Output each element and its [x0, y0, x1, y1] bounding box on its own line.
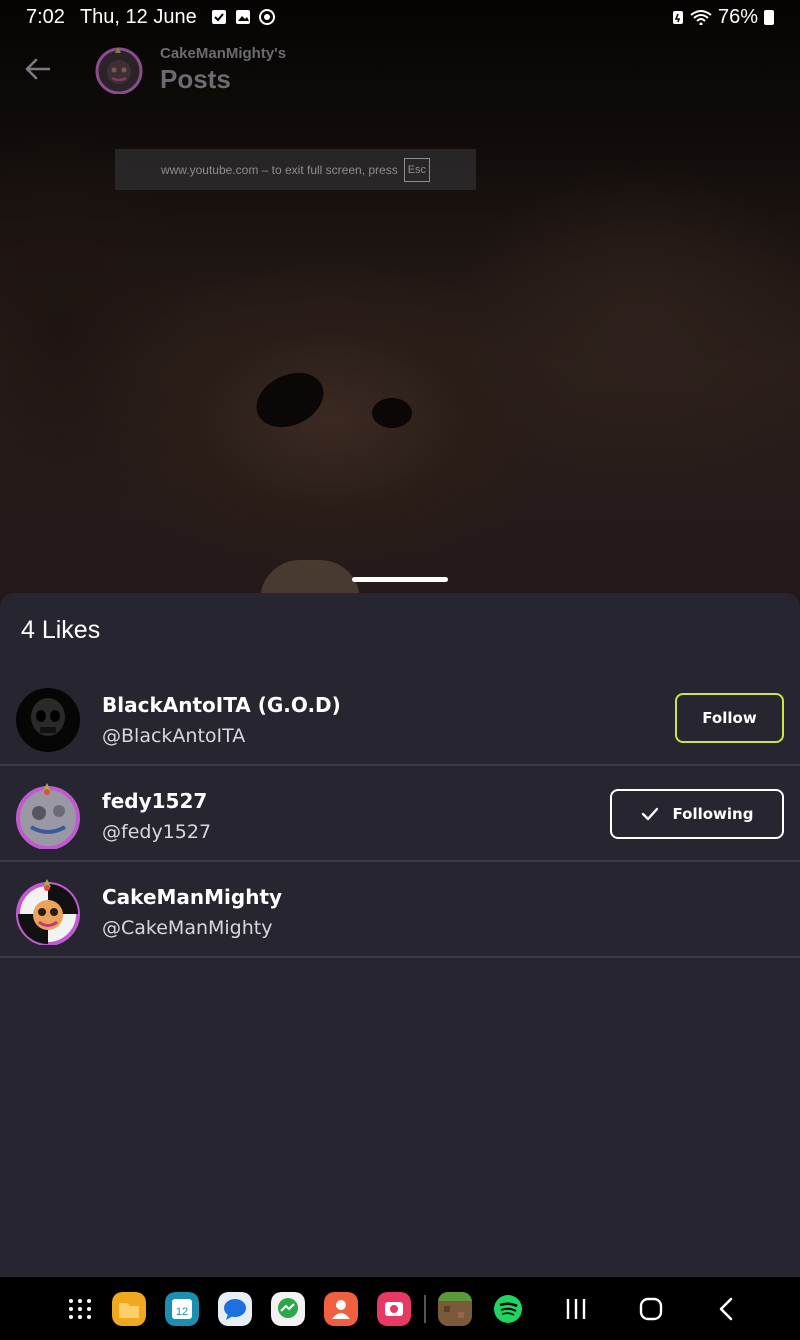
user-avatar[interactable] [15, 879, 81, 945]
svg-text:12: 12 [176, 1306, 188, 1318]
status-bar: 7:02 Thu, 12 June 76% [0, 0, 800, 34]
video-shadow [372, 398, 412, 428]
my-files-icon[interactable] [112, 1292, 146, 1326]
following-button[interactable]: Following [610, 789, 784, 839]
like-row[interactable]: BlackAntoITA (G.O.D) @BlackAntoITA Follo… [0, 669, 800, 766]
arrow-left-icon [25, 58, 50, 80]
minecraft-icon[interactable] [438, 1292, 472, 1326]
user-name: BlackAntoITA (G.O.D) [102, 693, 341, 717]
esc-key-badge: Esc [403, 157, 431, 182]
sheet-drag-handle[interactable] [352, 577, 448, 582]
recents-icon[interactable] [559, 1292, 593, 1326]
video-shadow [247, 362, 333, 438]
like-row[interactable]: fedy1527 @fedy1527 Following [0, 765, 800, 862]
wifi-icon [690, 10, 712, 25]
user-handle: @CakeManMighty [102, 917, 273, 939]
messenger-icon[interactable] [271, 1292, 305, 1326]
like-row[interactable]: CakeManMighty @CakeManMighty [0, 861, 800, 958]
user-avatar[interactable] [15, 783, 81, 849]
contacts-icon[interactable] [324, 1292, 358, 1326]
likes-sheet: 4 Likes BlackAntoITA (G.O.D) @BlackAntoI… [0, 593, 800, 1277]
navigation-bar: 12 [0, 1277, 800, 1340]
calendar-icon[interactable]: 12 [165, 1292, 199, 1326]
page-title: Posts [160, 64, 231, 94]
notification-icons [211, 9, 275, 25]
spotify-icon[interactable] [491, 1292, 525, 1326]
back-nav-icon[interactable] [710, 1292, 744, 1326]
back-button[interactable] [18, 50, 56, 88]
status-time: 7:02 [26, 5, 65, 28]
home-icon[interactable] [634, 1292, 668, 1326]
app-drawer-icon[interactable] [63, 1292, 97, 1326]
screen-recorder-icon[interactable] [377, 1292, 411, 1326]
header-avatar[interactable] [94, 44, 144, 94]
user-handle: @fedy1527 [102, 821, 212, 843]
likes-count-title: 4 Likes [21, 616, 101, 644]
gallery-notification-icon [235, 10, 250, 24]
battery-percent: 76% [717, 5, 758, 28]
battery-icon [764, 9, 774, 25]
follow-button[interactable]: Follow [675, 693, 784, 743]
fullscreen-notice: www.youtube.com – to exit full screen, p… [115, 149, 476, 190]
user-handle: @BlackAntoITA [102, 725, 246, 747]
checkmark-icon [641, 807, 658, 821]
sync-notification-icon [258, 9, 275, 25]
status-right: 76% [672, 6, 774, 29]
dock-separator [424, 1295, 426, 1323]
status-date: Thu, 12 June [79, 5, 197, 28]
follow-button-label: Follow [702, 709, 757, 727]
header-owner: CakeManMighty's [160, 45, 287, 62]
messages-icon[interactable] [218, 1292, 252, 1326]
user-name: CakeManMighty [102, 885, 283, 909]
battery-saver-icon [672, 11, 683, 24]
user-avatar[interactable] [15, 687, 81, 753]
following-button-label: Following [672, 805, 754, 823]
user-name: fedy1527 [102, 789, 208, 813]
fullscreen-notice-text: www.youtube.com – to exit full screen, p… [160, 162, 398, 177]
checkbox-notification-icon [211, 10, 226, 24]
